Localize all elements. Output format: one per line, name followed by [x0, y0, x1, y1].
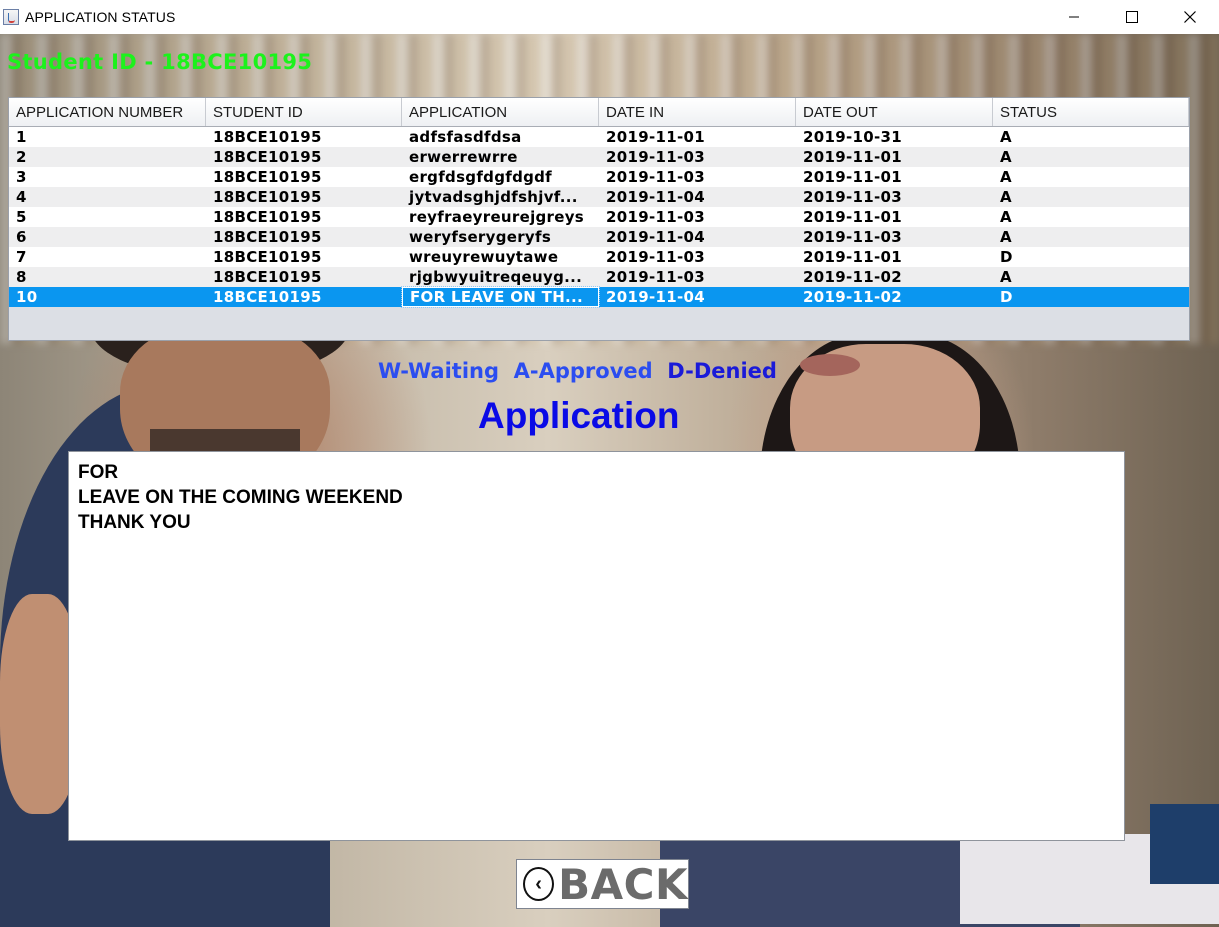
- table-row[interactable]: 5 18BCE10195 reyfraeyreurejgreys 2019-11-03…: [9, 207, 1189, 227]
- table-cell[interactable]: 18BCE10195: [206, 147, 402, 167]
- table-cell[interactable]: 18BCE10195: [206, 207, 402, 227]
- table-cell[interactable]: 7: [9, 247, 206, 267]
- table-cell[interactable]: 18BCE10195: [206, 267, 402, 287]
- minimize-button[interactable]: [1045, 0, 1103, 34]
- student-id-label: Student ID - 18BCE10195: [7, 50, 313, 74]
- table-cell[interactable]: D: [993, 247, 1189, 267]
- legend-approved: A-Approved: [513, 359, 653, 383]
- column-header[interactable]: APPLICATION: [402, 98, 599, 126]
- table-cell[interactable]: 2019-11-01: [599, 127, 796, 147]
- table-cell[interactable]: FOR LEAVE ON TH...: [401, 286, 600, 308]
- window-controls: [1045, 0, 1219, 34]
- back-button-label: BACK: [558, 859, 688, 909]
- table-cell[interactable]: erwerrewrre: [402, 147, 599, 167]
- table-cell[interactable]: 2019-11-04: [599, 227, 796, 247]
- chevron-left-circle-icon: ‹: [523, 867, 555, 901]
- table-cell[interactable]: 2019-11-01: [796, 247, 993, 267]
- application-text-area[interactable]: FOR LEAVE ON THE COMING WEEKEND THANK YO…: [68, 451, 1125, 841]
- table-cell[interactable]: 2019-10-31: [796, 127, 993, 147]
- table-row[interactable]: 8 18BCE10195 rjgbwyuitreqeuyg... 2019-11-03…: [9, 267, 1189, 287]
- table-cell[interactable]: 18BCE10195: [206, 227, 402, 247]
- table-row[interactable]: 1 18BCE10195 adfsfasdfdsa 2019-11-01 2019-10…: [9, 127, 1189, 147]
- table-cell[interactable]: 3: [9, 167, 206, 187]
- status-legend: W-Waiting A-Approved D-Denied: [378, 359, 777, 383]
- table-cell[interactable]: 18BCE10195: [206, 127, 402, 147]
- legend-denied: D-Denied: [667, 359, 777, 383]
- table-cell[interactable]: ergfdsgfdgfdgdf: [402, 167, 599, 187]
- back-button[interactable]: ‹ BACK: [516, 859, 689, 909]
- table-cell[interactable]: weryfserygeryfs: [402, 227, 599, 247]
- table-cell[interactable]: 18BCE10195: [206, 247, 402, 267]
- table-cell[interactable]: A: [993, 267, 1189, 287]
- table-row[interactable]: 4 18BCE10195 jytvadsghjdfshjvf... 2019-11-0…: [9, 187, 1189, 207]
- column-header[interactable]: STATUS: [993, 98, 1189, 126]
- java-app-icon: [3, 9, 19, 25]
- applications-table[interactable]: APPLICATION NUMBER STUDENT ID APPLICATIO…: [8, 97, 1190, 341]
- table-cell[interactable]: A: [993, 167, 1189, 187]
- table-cell[interactable]: 8: [9, 267, 206, 287]
- table-cell[interactable]: 2019-11-04: [599, 287, 796, 307]
- table-cell[interactable]: A: [993, 227, 1189, 247]
- table-cell[interactable]: 5: [9, 207, 206, 227]
- table-cell[interactable]: A: [993, 127, 1189, 147]
- table-cell[interactable]: 2: [9, 147, 206, 167]
- table-cell[interactable]: 2019-11-03: [796, 187, 993, 207]
- table-cell[interactable]: 4: [9, 187, 206, 207]
- table-cell[interactable]: 2019-11-03: [599, 267, 796, 287]
- table-cell[interactable]: 1: [9, 127, 206, 147]
- column-header[interactable]: STUDENT ID: [206, 98, 402, 126]
- table-row[interactable]: 6 18BCE10195 weryfserygeryfs 2019-11-04 2019…: [9, 227, 1189, 247]
- maximize-icon: [1126, 11, 1138, 23]
- table-cell[interactable]: D: [993, 287, 1189, 307]
- table-cell[interactable]: 18BCE10195: [206, 187, 402, 207]
- table-row[interactable]: 2 18BCE10195 erwerrewrre 2019-11-03 2019-11-…: [9, 147, 1189, 167]
- table-cell[interactable]: 2019-11-01: [796, 147, 993, 167]
- minimize-icon: [1069, 16, 1079, 18]
- column-header[interactable]: APPLICATION NUMBER: [9, 98, 206, 126]
- table-cell[interactable]: rjgbwyuitreqeuyg...: [402, 267, 599, 287]
- table-cell[interactable]: A: [993, 187, 1189, 207]
- column-header[interactable]: DATE IN: [599, 98, 796, 126]
- column-header[interactable]: DATE OUT: [796, 98, 993, 126]
- table-header: APPLICATION NUMBER STUDENT ID APPLICATIO…: [9, 98, 1189, 127]
- maximize-button[interactable]: [1103, 0, 1161, 34]
- table-cell[interactable]: 2019-11-01: [796, 207, 993, 227]
- table-row[interactable]: 7 18BCE10195 wreuyrewuytawe 2019-11-03 2019-…: [9, 247, 1189, 267]
- table-cell[interactable]: 2019-11-04: [599, 187, 796, 207]
- table-cell[interactable]: 2019-11-03: [599, 167, 796, 187]
- table-cell[interactable]: 2019-11-01: [796, 167, 993, 187]
- table-row[interactable]: 3 18BCE10195 ergfdsgfdgfdgdf 2019-11-03 2019…: [9, 167, 1189, 187]
- table-cell[interactable]: 2019-11-03: [796, 227, 993, 247]
- table-cell[interactable]: 6: [9, 227, 206, 247]
- table-cell[interactable]: 18BCE10195: [206, 287, 402, 307]
- table-cell[interactable]: reyfraeyreurejgreys: [402, 207, 599, 227]
- table-body: 1 18BCE10195 adfsfasdfdsa 2019-11-01 2019-10…: [9, 127, 1189, 308]
- table-cell[interactable]: 2019-11-02: [796, 287, 993, 307]
- table-cell[interactable]: 18BCE10195: [206, 167, 402, 187]
- table-cell[interactable]: wreuyrewuytawe: [402, 247, 599, 267]
- table-row[interactable]: 10 18BCE10195 FOR LEAVE ON TH... 2019-11-04…: [9, 286, 1189, 308]
- application-heading: Application: [478, 395, 680, 436]
- table-cell[interactable]: A: [993, 207, 1189, 227]
- table-cell[interactable]: A: [993, 147, 1189, 167]
- window-title: APPLICATION STATUS: [25, 9, 176, 25]
- close-icon: [1184, 11, 1196, 23]
- title-bar: APPLICATION STATUS: [0, 0, 1219, 34]
- legend-waiting: W-Waiting: [378, 359, 499, 383]
- table-cell[interactable]: adfsfasdfdsa: [402, 127, 599, 147]
- table-cell[interactable]: 10: [9, 287, 206, 307]
- table-cell[interactable]: 2019-11-03: [599, 207, 796, 227]
- table-cell[interactable]: jytvadsghjdfshjvf...: [402, 187, 599, 207]
- table-cell[interactable]: 2019-11-03: [599, 147, 796, 167]
- table-cell[interactable]: 2019-11-02: [796, 267, 993, 287]
- table-cell[interactable]: 2019-11-03: [599, 247, 796, 267]
- close-button[interactable]: [1161, 0, 1219, 34]
